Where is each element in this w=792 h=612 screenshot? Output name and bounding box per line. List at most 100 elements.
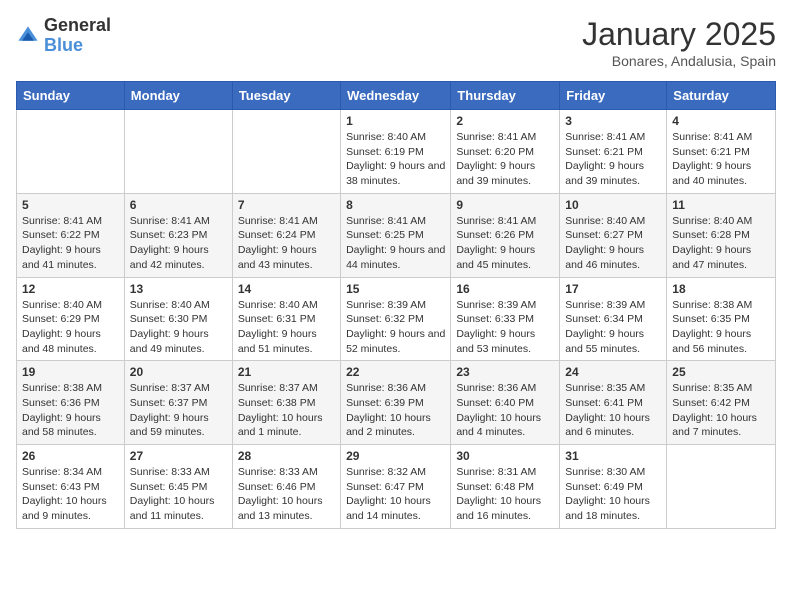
logo: General Blue bbox=[16, 16, 111, 56]
day-info: Sunrise: 8:41 AM Sunset: 6:20 PM Dayligh… bbox=[456, 130, 554, 189]
day-info: Sunrise: 8:37 AM Sunset: 6:37 PM Dayligh… bbox=[130, 381, 227, 440]
day-number: 5 bbox=[22, 198, 119, 212]
calendar-cell: 26 Sunrise: 8:34 AM Sunset: 6:43 PM Dayli… bbox=[17, 445, 125, 529]
calendar-cell: 8 Sunrise: 8:41 AM Sunset: 6:25 PM Daylig… bbox=[341, 193, 451, 277]
day-number: 20 bbox=[130, 365, 227, 379]
day-info: Sunrise: 8:32 AM Sunset: 6:47 PM Dayligh… bbox=[346, 465, 445, 524]
weekday-header: Monday bbox=[124, 82, 232, 110]
page-header: General Blue January 2025 Bonares, Andal… bbox=[16, 16, 776, 69]
day-number: 17 bbox=[565, 282, 661, 296]
calendar-cell: 27 Sunrise: 8:33 AM Sunset: 6:45 PM Dayli… bbox=[124, 445, 232, 529]
calendar-cell: 1Sunrise: 8:40 AM Sunset: 6:19 PM Daylig… bbox=[341, 110, 451, 194]
day-info: Sunrise: 8:40 AM Sunset: 6:27 PM Dayligh… bbox=[565, 214, 661, 273]
day-number: 26 bbox=[22, 449, 119, 463]
weekday-header: Sunday bbox=[17, 82, 125, 110]
calendar-cell bbox=[124, 110, 232, 194]
day-number: 15 bbox=[346, 282, 445, 296]
weekday-header-row: SundayMondayTuesdayWednesdayThursdayFrid… bbox=[17, 82, 776, 110]
calendar-cell: 25 Sunrise: 8:35 AM Sunset: 6:42 PM Dayli… bbox=[667, 361, 776, 445]
calendar-cell: 11Sunrise: 8:40 AM Sunset: 6:28 PM Dayli… bbox=[667, 193, 776, 277]
day-number: 25 bbox=[672, 365, 770, 379]
day-info: Sunrise: 8:41 AM Sunset: 6:23 PM Dayligh… bbox=[130, 214, 227, 273]
calendar-week-row: 5 Sunrise: 8:41 AM Sunset: 6:22 PM Daylig… bbox=[17, 193, 776, 277]
day-number: 7 bbox=[238, 198, 335, 212]
day-info: Sunrise: 8:31 AM Sunset: 6:48 PM Dayligh… bbox=[456, 465, 554, 524]
day-number: 31 bbox=[565, 449, 661, 463]
day-number: 24 bbox=[565, 365, 661, 379]
day-number: 12 bbox=[22, 282, 119, 296]
day-number: 23 bbox=[456, 365, 554, 379]
day-number: 11 bbox=[672, 198, 770, 212]
day-number: 28 bbox=[238, 449, 335, 463]
title-block: January 2025 Bonares, Andalusia, Spain bbox=[582, 16, 776, 69]
day-number: 22 bbox=[346, 365, 445, 379]
calendar-cell: 28 Sunrise: 8:33 AM Sunset: 6:46 PM Dayli… bbox=[232, 445, 340, 529]
calendar-cell bbox=[667, 445, 776, 529]
day-info: Sunrise: 8:34 AM Sunset: 6:43 PM Dayligh… bbox=[22, 465, 119, 524]
day-number: 21 bbox=[238, 365, 335, 379]
day-number: 2 bbox=[456, 114, 554, 128]
day-number: 4 bbox=[672, 114, 770, 128]
day-info: Sunrise: 8:40 AM Sunset: 6:29 PM Dayligh… bbox=[22, 298, 119, 357]
weekday-header: Tuesday bbox=[232, 82, 340, 110]
day-number: 18 bbox=[672, 282, 770, 296]
calendar-cell: 22Sunrise: 8:36 AM Sunset: 6:39 PM Dayli… bbox=[341, 361, 451, 445]
day-info: Sunrise: 8:39 AM Sunset: 6:33 PM Dayligh… bbox=[456, 298, 554, 357]
day-info: Sunrise: 8:41 AM Sunset: 6:25 PM Dayligh… bbox=[346, 214, 445, 273]
calendar-cell: 2 Sunrise: 8:41 AM Sunset: 6:20 PM Daylig… bbox=[451, 110, 560, 194]
day-info: Sunrise: 8:41 AM Sunset: 6:22 PM Dayligh… bbox=[22, 214, 119, 273]
calendar-cell bbox=[232, 110, 340, 194]
calendar-cell: 15 Sunrise: 8:39 AM Sunset: 6:32 PM Dayli… bbox=[341, 277, 451, 361]
calendar-cell: 10Sunrise: 8:40 AM Sunset: 6:27 PM Dayli… bbox=[560, 193, 667, 277]
day-info: Sunrise: 8:35 AM Sunset: 6:41 PM Dayligh… bbox=[565, 381, 661, 440]
calendar-cell: 9 Sunrise: 8:41 AM Sunset: 6:26 PM Daylig… bbox=[451, 193, 560, 277]
calendar-week-row: 26 Sunrise: 8:34 AM Sunset: 6:43 PM Dayli… bbox=[17, 445, 776, 529]
day-number: 27 bbox=[130, 449, 227, 463]
month-title: January 2025 bbox=[582, 16, 776, 53]
day-number: 8 bbox=[346, 198, 445, 212]
day-number: 19 bbox=[22, 365, 119, 379]
day-number: 3 bbox=[565, 114, 661, 128]
calendar-week-row: 1Sunrise: 8:40 AM Sunset: 6:19 PM Daylig… bbox=[17, 110, 776, 194]
calendar-cell: 16 Sunrise: 8:39 AM Sunset: 6:33 PM Dayli… bbox=[451, 277, 560, 361]
day-info: Sunrise: 8:33 AM Sunset: 6:45 PM Dayligh… bbox=[130, 465, 227, 524]
day-info: Sunrise: 8:39 AM Sunset: 6:34 PM Dayligh… bbox=[565, 298, 661, 357]
day-info: Sunrise: 8:30 AM Sunset: 6:49 PM Dayligh… bbox=[565, 465, 661, 524]
weekday-header: Saturday bbox=[667, 82, 776, 110]
location: Bonares, Andalusia, Spain bbox=[582, 53, 776, 69]
day-number: 29 bbox=[346, 449, 445, 463]
day-info: Sunrise: 8:33 AM Sunset: 6:46 PM Dayligh… bbox=[238, 465, 335, 524]
calendar-cell: 31 Sunrise: 8:30 AM Sunset: 6:49 PM Dayli… bbox=[560, 445, 667, 529]
day-info: Sunrise: 8:35 AM Sunset: 6:42 PM Dayligh… bbox=[672, 381, 770, 440]
calendar-week-row: 12 Sunrise: 8:40 AM Sunset: 6:29 PM Dayli… bbox=[17, 277, 776, 361]
calendar-cell bbox=[17, 110, 125, 194]
day-info: Sunrise: 8:40 AM Sunset: 6:31 PM Dayligh… bbox=[238, 298, 335, 357]
day-info: Sunrise: 8:38 AM Sunset: 6:35 PM Dayligh… bbox=[672, 298, 770, 357]
day-number: 6 bbox=[130, 198, 227, 212]
calendar-cell: 5 Sunrise: 8:41 AM Sunset: 6:22 PM Daylig… bbox=[17, 193, 125, 277]
day-info: Sunrise: 8:39 AM Sunset: 6:32 PM Dayligh… bbox=[346, 298, 445, 357]
weekday-header: Thursday bbox=[451, 82, 560, 110]
day-info: Sunrise: 8:41 AM Sunset: 6:26 PM Dayligh… bbox=[456, 214, 554, 273]
weekday-header: Friday bbox=[560, 82, 667, 110]
calendar-cell: 3Sunrise: 8:41 AM Sunset: 6:21 PM Daylig… bbox=[560, 110, 667, 194]
logo-icon bbox=[16, 24, 40, 48]
logo-text: General Blue bbox=[44, 16, 111, 56]
calendar-cell: 30Sunrise: 8:31 AM Sunset: 6:48 PM Dayli… bbox=[451, 445, 560, 529]
day-info: Sunrise: 8:41 AM Sunset: 6:24 PM Dayligh… bbox=[238, 214, 335, 273]
calendar-cell: 4Sunrise: 8:41 AM Sunset: 6:21 PM Daylig… bbox=[667, 110, 776, 194]
calendar-cell: 12 Sunrise: 8:40 AM Sunset: 6:29 PM Dayli… bbox=[17, 277, 125, 361]
calendar-cell: 23Sunrise: 8:36 AM Sunset: 6:40 PM Dayli… bbox=[451, 361, 560, 445]
calendar-cell: 13Sunrise: 8:40 AM Sunset: 6:30 PM Dayli… bbox=[124, 277, 232, 361]
day-number: 9 bbox=[456, 198, 554, 212]
calendar-cell: 17 Sunrise: 8:39 AM Sunset: 6:34 PM Dayli… bbox=[560, 277, 667, 361]
day-info: Sunrise: 8:38 AM Sunset: 6:36 PM Dayligh… bbox=[22, 381, 119, 440]
weekday-header: Wednesday bbox=[341, 82, 451, 110]
calendar-cell: 6 Sunrise: 8:41 AM Sunset: 6:23 PM Daylig… bbox=[124, 193, 232, 277]
day-number: 16 bbox=[456, 282, 554, 296]
day-number: 14 bbox=[238, 282, 335, 296]
calendar-cell: 29 Sunrise: 8:32 AM Sunset: 6:47 PM Dayli… bbox=[341, 445, 451, 529]
day-info: Sunrise: 8:37 AM Sunset: 6:38 PM Dayligh… bbox=[238, 381, 335, 440]
calendar-cell: 21 Sunrise: 8:37 AM Sunset: 6:38 PM Dayli… bbox=[232, 361, 340, 445]
day-info: Sunrise: 8:40 AM Sunset: 6:30 PM Dayligh… bbox=[130, 298, 227, 357]
